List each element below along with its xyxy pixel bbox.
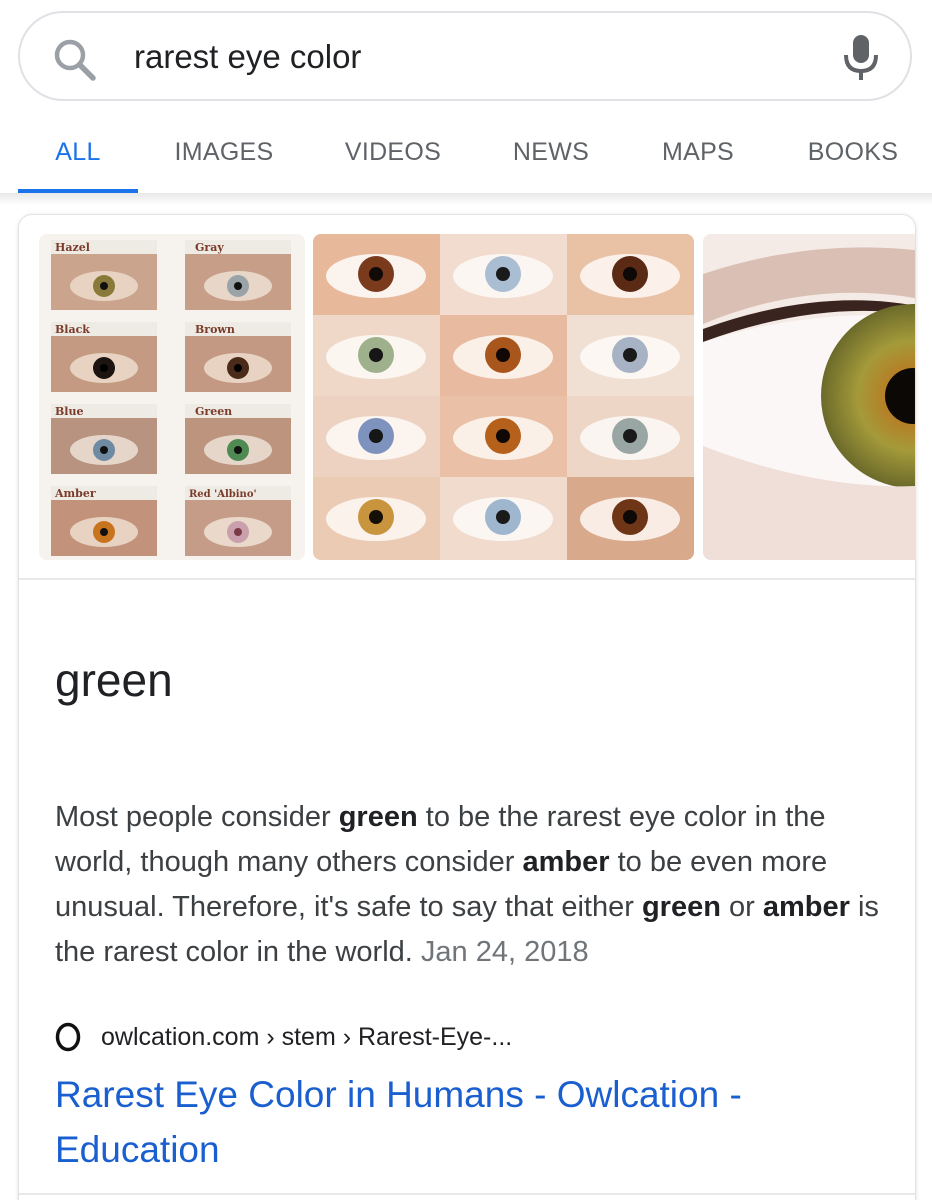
chart-label-gray: Gray <box>195 241 224 254</box>
search-icon[interactable] <box>50 35 100 85</box>
tabs-shadow <box>0 193 932 205</box>
eye-grid-row-1 <box>313 234 694 315</box>
search-results-page: ALL IMAGES VIDEOS NEWS MAPS BOOKS Hazel <box>0 0 932 1200</box>
eye-color-chart-image[interactable]: Hazel Black Blue Amber Gray Brown Green … <box>39 234 305 560</box>
eye-closeup-image[interactable] <box>703 234 915 560</box>
snippet-bold: amber <box>522 846 610 878</box>
tab-news[interactable]: NEWS <box>498 112 604 194</box>
eye-color-chart-graphic: Hazel Black Blue Amber Gray Brown Green … <box>39 234 305 560</box>
eye-grid-graphic <box>313 234 694 560</box>
snippet-date: Jan 24, 2018 <box>420 936 589 968</box>
search-bar[interactable] <box>18 11 912 101</box>
snippet-bold: green <box>338 801 418 833</box>
chart-label-red-albino: Red 'Albino' <box>189 489 257 500</box>
image-strip-divider <box>19 578 915 580</box>
tab-videos[interactable]: VIDEOS <box>330 112 456 194</box>
eye-grid-row-4 <box>313 477 694 560</box>
snippet-text: Most people consider <box>55 801 339 833</box>
answer-snippet: Most people consider green to be the rar… <box>55 795 895 975</box>
chart-label-black: Black <box>55 323 90 336</box>
tab-all[interactable]: ALL <box>18 112 138 194</box>
eye-closeup-graphic <box>703 234 915 560</box>
snippet-bold: amber <box>762 891 850 923</box>
microphone-icon[interactable] <box>842 33 880 83</box>
owlcation-logo-icon <box>55 1022 81 1052</box>
eye-grid-row-2 <box>313 315 694 396</box>
chart-label-brown: Brown <box>195 323 235 336</box>
snippet-bold: green <box>641 891 721 923</box>
search-tabs: ALL IMAGES VIDEOS NEWS MAPS BOOKS <box>0 112 932 194</box>
chart-label-green: Green <box>195 405 232 418</box>
tab-maps[interactable]: MAPS <box>644 112 752 194</box>
result-title-link[interactable]: Rarest Eye Color in Humans - Owlcation -… <box>55 1067 835 1177</box>
source-row[interactable]: owlcation.com › stem › Rarest-Eye-... <box>55 1017 512 1057</box>
chart-label-hazel: Hazel <box>55 241 90 254</box>
tab-images[interactable]: IMAGES <box>158 112 290 194</box>
eye-grid-row-3 <box>313 396 694 477</box>
tab-books[interactable]: BOOKS <box>792 112 914 194</box>
featured-snippet-card: Hazel Black Blue Amber Gray Brown Green … <box>18 214 916 1200</box>
answer-title: green <box>55 654 173 706</box>
snippet-text: or <box>720 891 763 923</box>
image-strip[interactable]: Hazel Black Blue Amber Gray Brown Green … <box>19 215 915 580</box>
eye-grid-image[interactable] <box>313 234 694 560</box>
source-breadcrumb[interactable]: owlcation.com › stem › Rarest-Eye-... <box>101 1023 512 1052</box>
search-input[interactable] <box>134 31 814 83</box>
card-bottom-divider <box>19 1193 915 1195</box>
chart-label-amber: Amber <box>54 487 96 500</box>
chart-label-blue: Blue <box>55 405 83 418</box>
